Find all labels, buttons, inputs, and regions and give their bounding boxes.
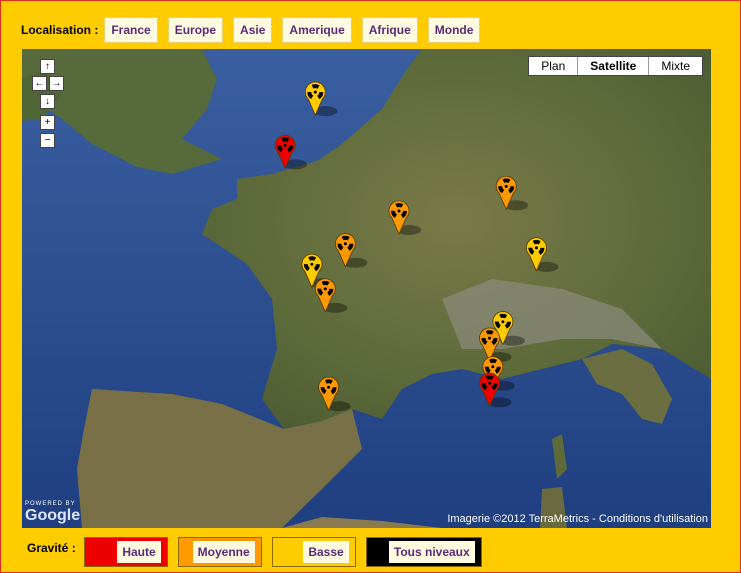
map-type-plan[interactable]: Plan [529,57,577,75]
filter-tous-niveaux-button[interactable]: Tous niveaux [365,537,482,567]
localisation-bar: Localisation : France Europe Asie Ameriq… [21,17,490,43]
app-frame: Localisation : France Europe Asie Ameriq… [0,0,741,573]
nav-asie-button[interactable]: Asie [233,17,273,43]
pan-right-button[interactable]: → [49,76,64,91]
nav-europe-button[interactable]: Europe [167,17,224,43]
gravity-label: Gravité : [27,541,76,555]
filter-basse-button[interactable]: Basse [271,537,356,567]
localisation-label: Localisation : [21,23,99,37]
satellite-map [22,49,711,528]
zoom-in-button[interactable]: + [40,115,55,130]
pan-down-button[interactable]: ↓ [40,94,55,109]
filter-haute-button[interactable]: Haute [83,537,168,567]
map-type-satellite[interactable]: Satellite [577,57,648,75]
map-credit[interactable]: Imagerie ©2012 TerraMetrics - Conditions… [447,513,708,525]
zoom-out-button[interactable]: − [40,133,55,148]
pan-left-button[interactable]: ← [32,76,47,91]
filter-moyenne-button[interactable]: Moyenne [177,537,262,567]
map-type-selector: Plan Satellite Mixte [528,56,703,76]
filter-haute-label: Haute [117,541,161,563]
nav-monde-button[interactable]: Monde [427,17,481,43]
nav-france-button[interactable]: France [104,17,158,43]
filter-moyenne-label: Moyenne [192,541,255,563]
nav-afrique-button[interactable]: Afrique [361,17,418,43]
filter-basse-label: Basse [303,541,349,563]
filter-tous-niveaux-label: Tous niveaux [388,541,475,563]
map-type-mixte[interactable]: Mixte [648,57,702,75]
google-text: Google [25,507,81,524]
pan-up-button[interactable]: ↑ [40,59,55,74]
gravity-legend: Gravité : Haute Moyenne Basse Tous nivea… [27,537,492,567]
google-logo: POWERED BY Google [25,501,80,525]
map-view[interactable]: ↑ ← → ↓ + − Plan Satellite Mixte POWERED… [22,49,711,528]
nav-amerique-button[interactable]: Amerique [282,17,352,43]
